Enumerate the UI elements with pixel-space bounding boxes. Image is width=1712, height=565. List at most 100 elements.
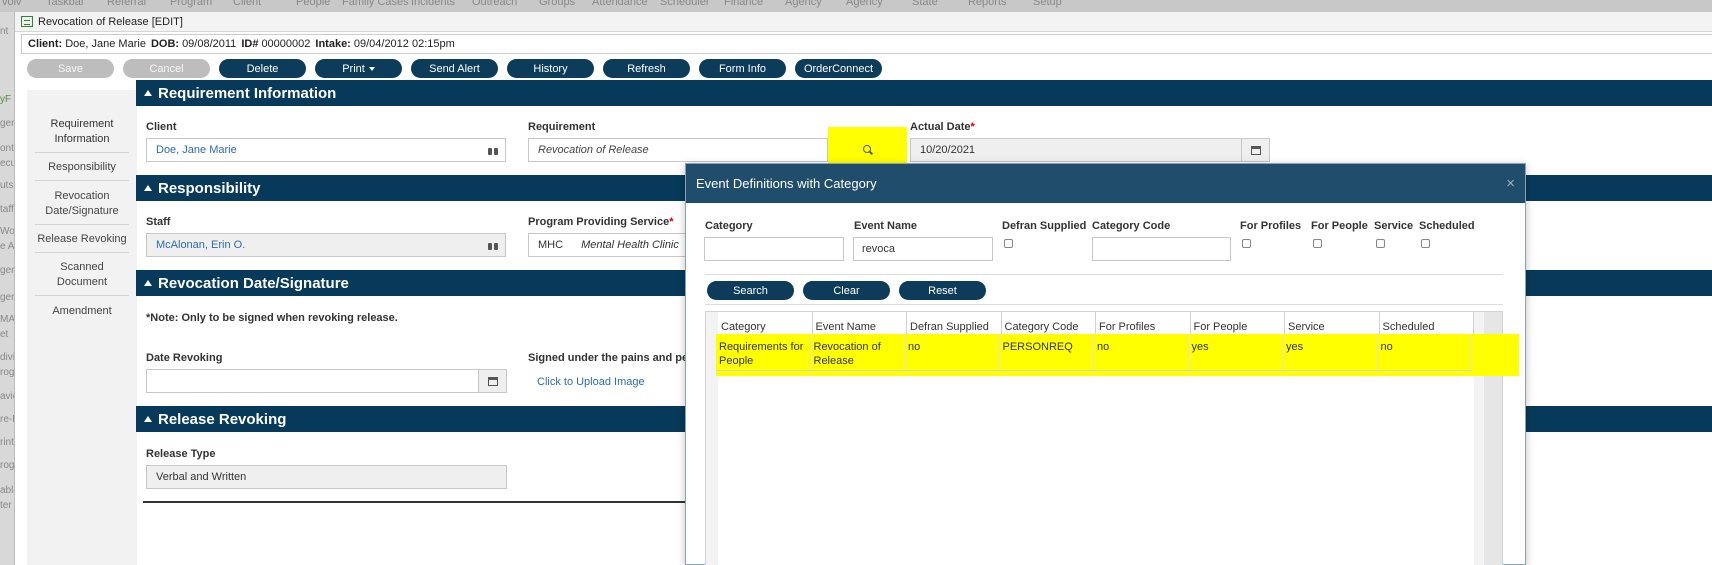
staff-field[interactable]: McAlonan, Erin O. — [146, 233, 506, 257]
actual-date-calendar-button[interactable] — [1241, 138, 1270, 162]
nav-revocation-date-signature[interactable]: Revocation Date/Signature — [35, 189, 129, 219]
filter-service-checkbox[interactable] — [1376, 239, 1385, 248]
staff-lookup-button[interactable] — [481, 234, 505, 256]
filter-event-name-input[interactable]: revoca — [853, 237, 993, 261]
section-header-requirement-information[interactable]: Requirement Information — [136, 80, 1712, 106]
grid-header: Category Event Name Defran Supplied Cate… — [718, 312, 1474, 336]
client-field-label: Client — [146, 121, 177, 133]
print-button[interactable]: Print — [315, 59, 402, 78]
nav-scanned-document[interactable]: Scanned Document — [35, 260, 129, 290]
dialog-divider — [705, 274, 1503, 275]
orderconnect-button[interactable]: OrderConnect — [795, 59, 882, 78]
toolbar: Save Cancel Delete Print Send Alert Hist… — [27, 59, 882, 78]
requirement-field[interactable]: Revocation of Release — [528, 138, 828, 162]
bg-menu-item: Reports — [968, 0, 1007, 8]
dialog-title: Event Definitions with Category — [696, 176, 877, 191]
column-header[interactable]: Event Name — [813, 312, 907, 335]
filter-category-input[interactable] — [704, 237, 844, 261]
bg-left-text: nt — [0, 26, 9, 37]
nav-responsibility[interactable]: Responsibility — [35, 160, 129, 175]
filter-defran-label: Defran Supplied — [1002, 220, 1087, 232]
client-field[interactable]: Doe, Jane Marie — [146, 138, 506, 162]
filter-category-code-input[interactable] — [1092, 237, 1231, 261]
requirement-field-label: Requirement — [528, 121, 596, 133]
delete-button[interactable]: Delete — [219, 59, 306, 78]
search-icon — [862, 145, 873, 155]
filter-scheduled-checkbox[interactable] — [1421, 239, 1430, 248]
intake-label: Intake: — [315, 38, 351, 50]
search-button[interactable]: Search — [707, 281, 794, 300]
clear-button[interactable]: Clear — [803, 281, 890, 300]
send-alert-button[interactable]: Send Alert — [411, 59, 498, 78]
cell-event-name: Revocation of Release — [811, 335, 905, 370]
nav-amendment[interactable]: Amendment — [35, 304, 129, 319]
cell-for-profiles: no — [1094, 335, 1189, 370]
date-revoking-input[interactable] — [146, 369, 479, 393]
bg-left-text: yF — [0, 94, 12, 105]
filter-for-people-label: For People — [1311, 220, 1368, 232]
date-revoking-label: Date Revoking — [146, 352, 223, 364]
actual-date-field[interactable]: 10/20/2021 — [910, 138, 1242, 162]
signature-label: Signed under the pains and pena — [528, 352, 701, 364]
filter-defran-checkbox[interactable] — [1004, 239, 1013, 248]
bg-menu-item: Agency — [785, 0, 822, 8]
filter-for-profiles-checkbox[interactable] — [1242, 239, 1251, 248]
history-button[interactable]: History — [507, 59, 594, 78]
bg-left-text: ter — [0, 500, 12, 511]
upload-image-link[interactable]: Click to Upload Image — [537, 376, 645, 388]
bg-menu-item: Family Cases — [342, 0, 409, 8]
nav-requirement-information[interactable]: Requirement Information — [35, 117, 129, 147]
program-field[interactable]: MHC Mental Health Clinic — [528, 233, 698, 257]
bg-left-text: ger — [0, 292, 15, 303]
staff-field-label: Staff — [146, 216, 171, 228]
filter-for-profiles-label: For Profiles — [1240, 220, 1302, 232]
bg-left-text: divi — [0, 352, 16, 363]
filter-service-label: Service — [1374, 220, 1414, 232]
table-row[interactable]: Requirements for People Revocation of Re… — [716, 335, 1472, 371]
column-header[interactable]: Category — [718, 312, 813, 335]
actual-date-label: Actual Date* — [910, 121, 975, 133]
print-label: Print — [342, 62, 365, 75]
bg-left-text: taff — [0, 204, 14, 215]
nav-release-revoking[interactable]: Release Revoking — [35, 232, 129, 247]
column-header[interactable]: Defran Supplied — [907, 312, 1002, 335]
client-info-bar: Client: Doe, Jane Marie DOB: 09/08/2011 … — [21, 34, 1712, 54]
column-header[interactable]: Category Code — [1002, 312, 1096, 335]
bg-menu-item: Incidents — [411, 0, 456, 8]
bg-menu-item: People — [296, 0, 331, 8]
bg-left-text: uts — [0, 180, 14, 191]
column-header[interactable]: Scheduled — [1380, 312, 1474, 335]
close-icon[interactable]: × — [1506, 175, 1515, 192]
filter-for-people-checkbox[interactable] — [1313, 239, 1322, 248]
bg-menu-item: Client — [233, 0, 262, 8]
dialog-header: Event Definitions with Category × — [686, 164, 1525, 203]
dialog-divider — [705, 304, 1503, 305]
calendar-icon — [487, 376, 498, 386]
id-value: 00000002 — [261, 38, 311, 50]
reset-button[interactable]: Reset — [899, 281, 986, 300]
column-header[interactable]: For Profiles — [1096, 312, 1191, 335]
column-header[interactable]: Service — [1285, 312, 1380, 335]
save-button[interactable]: Save — [27, 59, 114, 78]
id-label: ID# — [241, 38, 259, 50]
collapse-icon — [144, 90, 152, 96]
cancel-button[interactable]: Cancel — [123, 59, 210, 78]
cell-defran-supplied: no — [905, 335, 1000, 370]
cell-scheduled: no — [1378, 335, 1472, 370]
section-title: Release Revoking — [158, 410, 287, 428]
form-info-button[interactable]: Form Info — [699, 59, 786, 78]
cell-category-code: PERSONREQ — [1000, 335, 1094, 370]
required-mark: * — [970, 121, 975, 133]
bg-menu-item: Taskbar — [46, 0, 85, 8]
column-header[interactable]: For People — [1191, 312, 1285, 335]
filter-category-label: Category — [705, 220, 753, 232]
nav-divider — [35, 295, 129, 296]
refresh-button[interactable]: Refresh — [603, 59, 690, 78]
section-title: Requirement Information — [158, 84, 337, 102]
release-type-field[interactable]: Verbal and Written — [146, 465, 507, 489]
date-revoking-calendar-button[interactable] — [478, 369, 507, 393]
section-nav: Requirement Information Responsibility R… — [27, 90, 137, 565]
client-lookup-button[interactable] — [481, 139, 505, 161]
program-label-text: Program Providing Service — [528, 216, 670, 228]
divider-line — [143, 501, 688, 503]
